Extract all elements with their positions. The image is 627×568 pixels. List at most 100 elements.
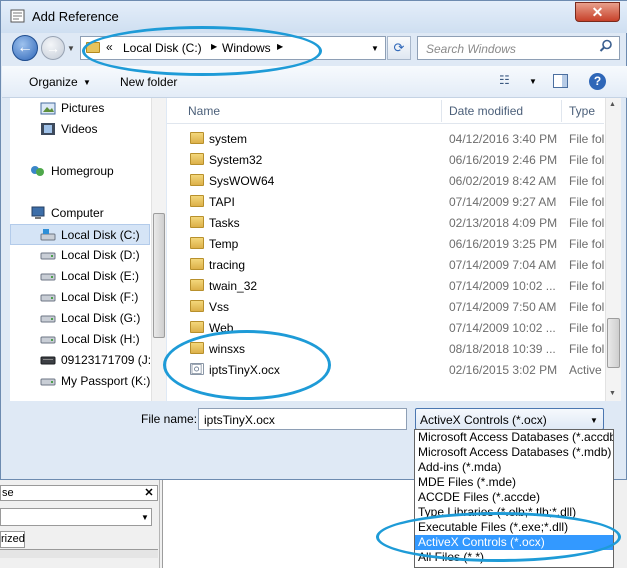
chevron-down-icon[interactable]: ▼ bbox=[590, 416, 598, 425]
nav-item-local-disk-f[interactable]: Local Disk (F:) bbox=[10, 287, 150, 308]
file-type-select[interactable]: ActiveX Controls (*.ocx) ▼ bbox=[415, 408, 604, 430]
file-row-temp[interactable]: Temp 06/16/2019 3:25 PM File fol bbox=[167, 233, 604, 254]
nav-item-label: Local Disk (E:) bbox=[61, 269, 140, 283]
scroll-down-icon[interactable]: ▼ bbox=[609, 390, 616, 397]
column-divider[interactable] bbox=[441, 100, 442, 122]
background-tab[interactable]: rized bbox=[0, 531, 25, 548]
nav-item-local-disk-g[interactable]: Local Disk (G:) bbox=[10, 308, 150, 329]
nav-item-local-disk-h[interactable]: Local Disk (H:) bbox=[10, 329, 150, 350]
nav-item-local-disk-e[interactable]: Local Disk (E:) bbox=[10, 266, 150, 287]
file-row-tapi[interactable]: TAPI 07/14/2009 9:27 AM File fol bbox=[167, 191, 604, 212]
file-list-scrollbar[interactable]: ▲ ▼ bbox=[605, 98, 621, 401]
nav-item-label: My Passport (K:) bbox=[61, 374, 151, 388]
file-type: File fol bbox=[569, 237, 604, 251]
nav-item-label: Pictures bbox=[61, 101, 105, 115]
background-window: se ✕ ▼ rized bbox=[0, 480, 160, 568]
nav-item-label: Local Disk (D:) bbox=[61, 248, 140, 262]
nav-item-my-passport[interactable]: My Passport (K:) bbox=[10, 371, 150, 392]
new-folder-button[interactable]: New folder bbox=[120, 75, 177, 89]
file-row-syswow64[interactable]: SysWOW64 06/02/2019 8:42 AM File fol bbox=[167, 170, 604, 191]
folder-icon bbox=[190, 237, 204, 249]
videos-icon bbox=[41, 123, 55, 135]
chevron-down-icon: ▼ bbox=[141, 513, 149, 522]
folder-icon bbox=[190, 195, 204, 207]
file-row-tracing[interactable]: tracing 07/14/2009 7:04 AM File fol bbox=[167, 254, 604, 275]
nav-item-computer[interactable]: Computer bbox=[10, 203, 150, 224]
file-date: 07/14/2009 10:02 ... bbox=[449, 279, 556, 293]
drive-icon bbox=[40, 336, 56, 344]
file-row-twain32[interactable]: twain_32 07/14/2009 10:02 ... File fol bbox=[167, 275, 604, 296]
add-reference-dialog: Add Reference ✕ ← → ▼ « Local Disk (C:) … bbox=[0, 0, 627, 480]
nav-item-label: Videos bbox=[61, 122, 98, 136]
search-input[interactable]: Search Windows bbox=[417, 36, 620, 60]
pictures-icon bbox=[40, 102, 56, 115]
nav-item-drive-j[interactable]: 09123171709 (J:) bbox=[10, 350, 155, 371]
dropdown-option[interactable]: Add-ins (*.mda) bbox=[415, 460, 613, 475]
removable-drive-icon bbox=[40, 356, 56, 365]
folder-icon bbox=[190, 321, 204, 333]
column-header: Name Date modified Type bbox=[167, 98, 604, 124]
recent-locations-icon[interactable]: ▼ bbox=[67, 44, 75, 53]
dropdown-option[interactable]: MDE Files (*.mde) bbox=[415, 475, 613, 490]
search-icon[interactable] bbox=[599, 39, 613, 53]
folder-icon bbox=[190, 279, 204, 291]
search-placeholder: Search Windows bbox=[426, 42, 516, 56]
nav-item-label: Homegroup bbox=[51, 164, 114, 178]
file-date: 08/18/2018 10:39 ... bbox=[449, 342, 556, 356]
nav-item-videos[interactable]: Videos bbox=[10, 119, 150, 140]
chevron-down-icon[interactable]: ▼ bbox=[83, 78, 91, 87]
file-date: 07/14/2009 7:50 AM bbox=[449, 300, 557, 314]
background-scrollbar[interactable] bbox=[0, 549, 158, 558]
file-date: 02/16/2015 3:02 PM bbox=[449, 363, 558, 377]
column-date-modified[interactable]: Date modified bbox=[449, 104, 523, 118]
nav-item-pictures[interactable]: Pictures bbox=[10, 98, 150, 119]
nav-item-homegroup[interactable]: Homegroup bbox=[10, 161, 150, 182]
file-row-system32[interactable]: System32 06/16/2019 2:46 PM File fol bbox=[167, 149, 604, 170]
address-dropdown-icon[interactable]: ▼ bbox=[371, 44, 379, 53]
file-name-label: File name: bbox=[141, 412, 198, 426]
chevron-down-icon[interactable]: ▼ bbox=[529, 77, 537, 86]
back-button[interactable]: ← bbox=[12, 35, 38, 61]
computer-icon bbox=[31, 206, 45, 219]
file-type: Active bbox=[569, 363, 602, 377]
file-name-input[interactable]: iptsTinyX.ocx bbox=[198, 408, 407, 430]
file-type-value: ActiveX Controls (*.ocx) bbox=[420, 413, 547, 427]
scroll-up-icon[interactable]: ▲ bbox=[609, 101, 616, 108]
help-icon[interactable]: ? bbox=[589, 73, 606, 90]
background-close-icon[interactable]: ✕ bbox=[141, 486, 157, 500]
drive-icon bbox=[40, 378, 56, 386]
column-divider[interactable] bbox=[561, 100, 562, 122]
dropdown-option[interactable]: ACCDE Files (*.accde) bbox=[415, 490, 613, 505]
dropdown-option[interactable]: Microsoft Access Databases (*.accdb) bbox=[415, 430, 613, 445]
refresh-button[interactable]: ⟳ bbox=[387, 36, 411, 60]
preview-pane-icon[interactable] bbox=[553, 74, 568, 88]
column-name[interactable]: Name bbox=[188, 104, 220, 118]
scrollbar-thumb[interactable] bbox=[607, 318, 620, 368]
file-type: File fol bbox=[569, 279, 604, 293]
scrollbar-thumb[interactable] bbox=[153, 213, 165, 338]
title-bar: Add Reference ✕ bbox=[1, 1, 627, 33]
navigation-scrollbar[interactable] bbox=[151, 98, 166, 401]
nav-item-local-disk-c[interactable]: Local Disk (C:) bbox=[10, 224, 150, 245]
file-row-system[interactable]: system 04/12/2016 3:40 PM File fol bbox=[167, 128, 604, 149]
dropdown-option[interactable]: Microsoft Access Databases (*.mdb) bbox=[415, 445, 613, 460]
background-combo[interactable]: ▼ bbox=[0, 508, 152, 526]
nav-item-local-disk-d[interactable]: Local Disk (D:) bbox=[10, 245, 150, 266]
annotation-circle-file bbox=[163, 330, 331, 400]
file-name: TAPI bbox=[209, 195, 235, 209]
add-reference-icon bbox=[10, 9, 25, 23]
file-type: File fol bbox=[569, 342, 604, 356]
window-title: Add Reference bbox=[32, 9, 119, 24]
file-row-vss[interactable]: Vss 07/14/2009 7:50 AM File fol bbox=[167, 296, 604, 317]
forward-button[interactable]: → bbox=[41, 36, 65, 60]
toolbar: Organize ▼ New folder ☷ ▼ ? bbox=[2, 66, 627, 98]
file-date: 07/14/2009 7:04 AM bbox=[449, 258, 557, 272]
change-view-icon[interactable]: ☷ bbox=[499, 73, 523, 89]
close-button[interactable]: ✕ bbox=[575, 2, 620, 22]
file-row-tasks[interactable]: Tasks 02/13/2018 4:09 PM File fol bbox=[167, 212, 604, 233]
file-date: 06/16/2019 3:25 PM bbox=[449, 237, 558, 251]
drive-icon bbox=[40, 315, 56, 323]
file-type: File fol bbox=[569, 216, 604, 230]
organize-button[interactable]: Organize bbox=[29, 75, 78, 89]
column-type[interactable]: Type bbox=[569, 104, 595, 118]
